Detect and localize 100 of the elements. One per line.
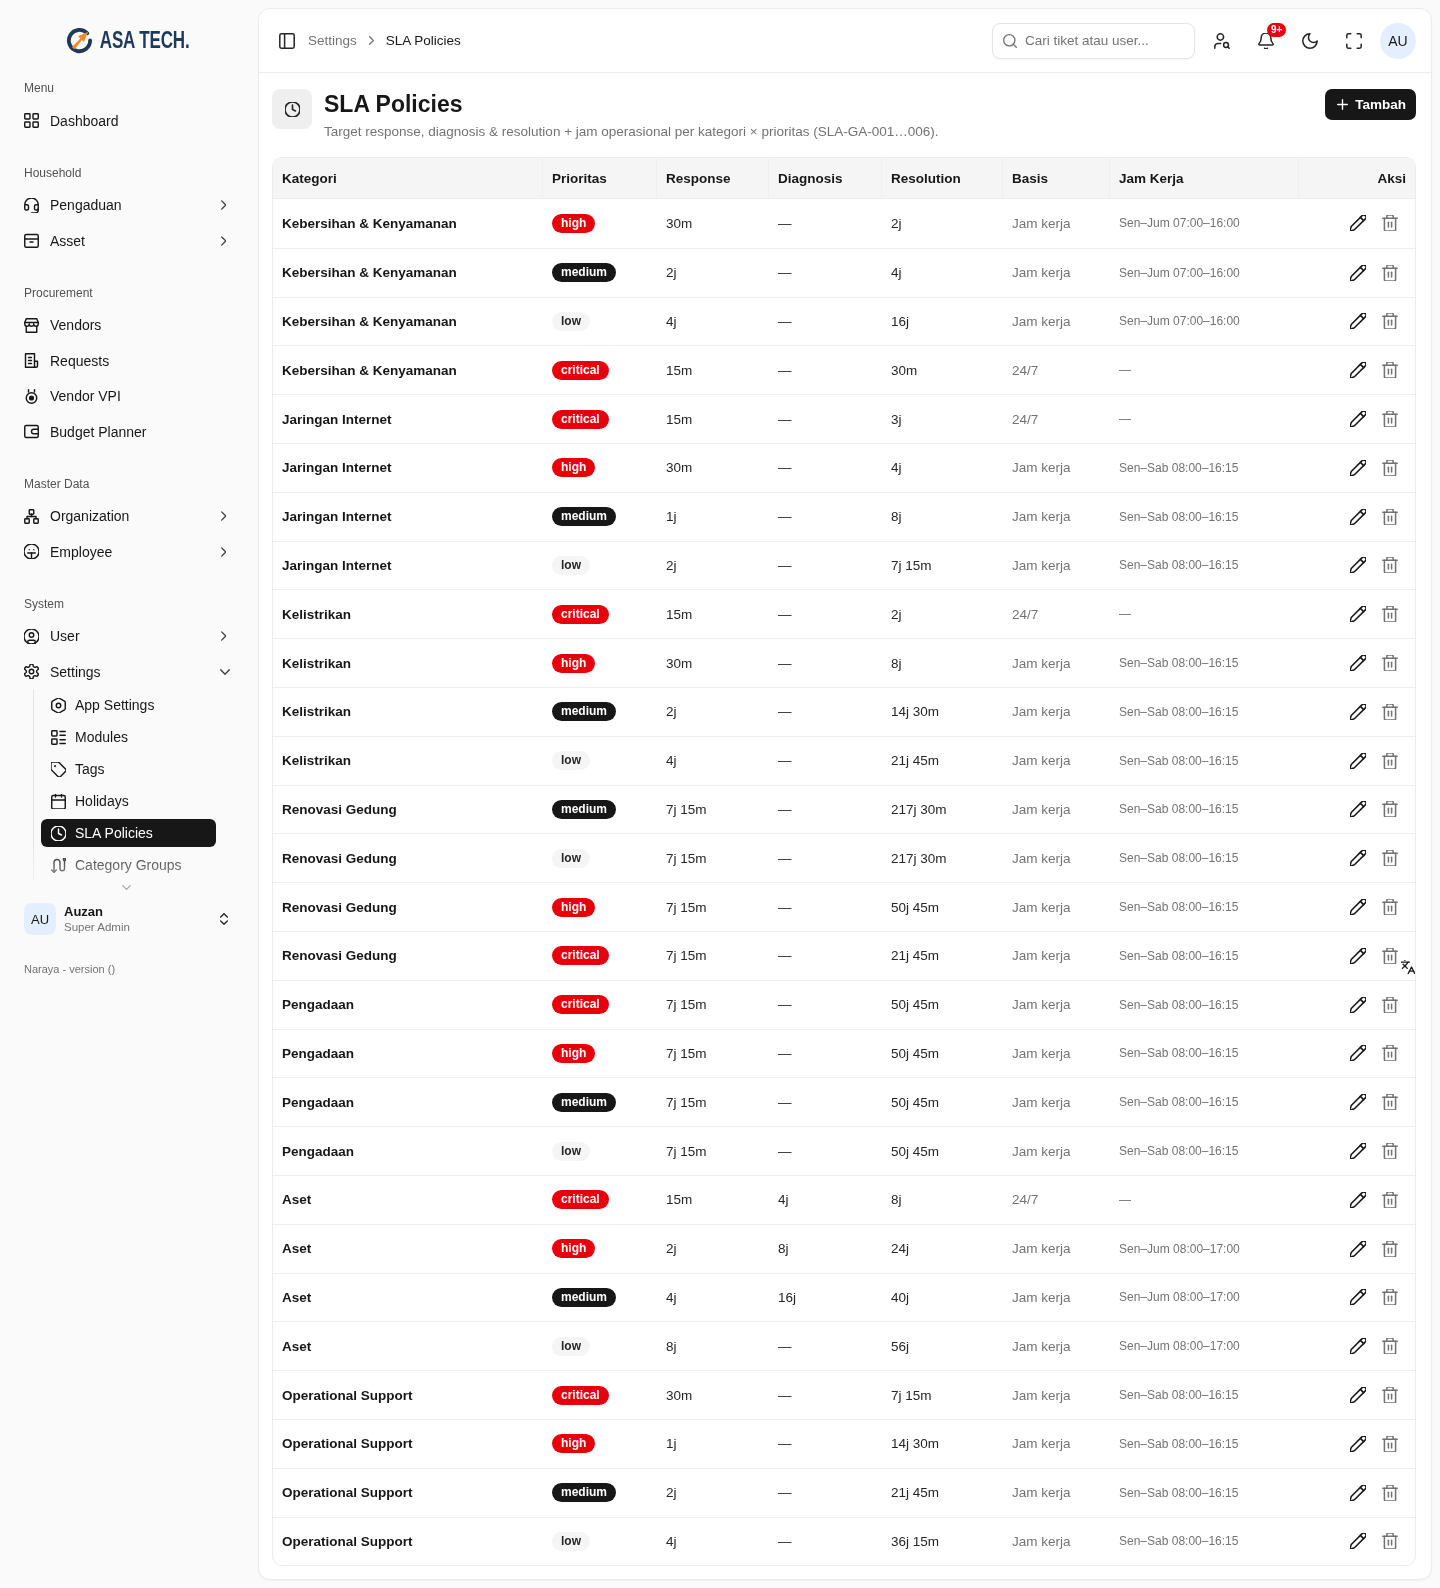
table-cell: Jam kerja <box>1012 704 1071 720</box>
table-cell: Jam kerja <box>1012 1143 1071 1159</box>
trash-icon[interactable] <box>1382 313 1398 330</box>
trash-icon[interactable] <box>1382 1387 1398 1403</box>
priority-badge: critical <box>552 995 609 1015</box>
panel-icon[interactable] <box>279 32 295 49</box>
sidebar-item[interactable]: Vendor VPI <box>24 380 232 412</box>
sidebar-item[interactable]: Asset <box>24 224 232 257</box>
breadcrumb-link[interactable]: Settings <box>308 33 357 48</box>
trash-icon[interactable] <box>1382 1533 1398 1550</box>
trash-icon[interactable] <box>1382 1435 1398 1452</box>
sidebar-item[interactable]: Organization <box>24 500 232 532</box>
sidebar-item[interactable]: Budget Planner <box>24 415 232 448</box>
pencil-icon[interactable] <box>1350 703 1366 720</box>
table-cell: — <box>778 265 792 281</box>
table-cell: Sen–Sab 08:00–16:15 <box>1119 851 1239 866</box>
user-avatar[interactable]: AU <box>1380 22 1416 59</box>
pencil-icon[interactable] <box>1350 1533 1366 1550</box>
sidebar-item[interactable]: Settings <box>24 655 232 688</box>
translate-icon <box>1401 960 1415 974</box>
sidebar-item[interactable]: Employee <box>24 535 232 568</box>
trash-icon[interactable] <box>1382 362 1398 379</box>
chevron-up-down-icon[interactable] <box>220 913 228 926</box>
pencil-icon[interactable] <box>1350 411 1366 428</box>
table-cell: — <box>778 606 792 622</box>
trash-icon[interactable] <box>1382 459 1398 476</box>
pencil-icon[interactable] <box>1350 606 1366 623</box>
trash-icon[interactable] <box>1382 703 1398 720</box>
pencil-icon[interactable] <box>1350 1289 1366 1306</box>
table-cell: 56j <box>891 1338 909 1354</box>
sidebar-item[interactable]: Dashboard <box>24 104 232 137</box>
pencil-icon[interactable] <box>1350 1338 1366 1355</box>
smiley-icon <box>24 544 39 559</box>
trash-icon[interactable] <box>1382 850 1398 867</box>
search-field[interactable]: Cari tiket atau user... <box>992 22 1195 59</box>
pencil-icon[interactable] <box>1350 1191 1366 1208</box>
sidebar-subitem[interactable]: App Settings <box>41 691 216 720</box>
table-cell: — <box>778 557 792 573</box>
trash-icon[interactable] <box>1382 1289 1398 1306</box>
trash-icon[interactable] <box>1382 1484 1398 1501</box>
trash-icon[interactable] <box>1382 264 1398 281</box>
moon-icon[interactable] <box>1302 32 1318 49</box>
trash-icon[interactable] <box>1382 557 1398 574</box>
trash-icon[interactable] <box>1382 947 1398 964</box>
column-header: Basis <box>1012 170 1049 186</box>
trash-icon[interactable] <box>1382 606 1398 623</box>
trash-icon[interactable] <box>1382 508 1398 525</box>
pencil-icon[interactable] <box>1350 1435 1366 1452</box>
pencil-icon[interactable] <box>1350 557 1366 574</box>
trash-icon[interactable] <box>1382 655 1398 672</box>
trash-icon[interactable] <box>1382 1240 1398 1257</box>
pencil-icon[interactable] <box>1350 655 1366 672</box>
pencil-icon[interactable] <box>1350 264 1366 281</box>
fullscreen-icon[interactable] <box>1346 32 1362 49</box>
sidebar-subitem[interactable]: SLA Policies <box>41 819 216 848</box>
sidebar-subitem[interactable]: Category Groups <box>41 851 216 880</box>
pencil-icon[interactable] <box>1350 215 1366 232</box>
trash-icon[interactable] <box>1382 1143 1398 1160</box>
trash-icon[interactable] <box>1382 1094 1398 1111</box>
pencil-icon[interactable] <box>1350 1240 1366 1257</box>
pencil-icon[interactable] <box>1350 1143 1366 1160</box>
trash-icon[interactable] <box>1382 996 1398 1013</box>
table-cell: — <box>778 753 792 769</box>
table-cell: 16j <box>891 314 909 329</box>
sidebar-item[interactable]: User <box>24 620 232 652</box>
breadcrumb-link[interactable]: SLA Policies <box>385 33 461 48</box>
sidebar-item[interactable]: Requests <box>24 344 232 377</box>
pencil-icon[interactable] <box>1350 508 1366 525</box>
trash-icon[interactable] <box>1382 1045 1398 1062</box>
sidebar-subitem[interactable]: Holidays <box>41 787 216 816</box>
trash-icon[interactable] <box>1382 215 1398 232</box>
trash-icon[interactable] <box>1382 1191 1398 1208</box>
sidebar-subitem[interactable]: Tags <box>41 755 216 784</box>
pencil-icon[interactable] <box>1350 1387 1366 1403</box>
table-cell: Sen–Jum 08:00–17:00 <box>1119 1339 1240 1354</box>
pencil-icon[interactable] <box>1350 850 1366 867</box>
pencil-icon[interactable] <box>1350 752 1366 769</box>
pencil-icon[interactable] <box>1350 313 1366 330</box>
trash-icon[interactable] <box>1382 899 1398 916</box>
sidebar-subitem[interactable]: Modules <box>41 723 216 752</box>
pencil-icon[interactable] <box>1350 362 1366 379</box>
trash-icon[interactable] <box>1382 1338 1398 1355</box>
pencil-icon[interactable] <box>1350 899 1366 916</box>
pencil-icon[interactable] <box>1350 996 1366 1013</box>
trash-icon[interactable] <box>1382 801 1398 818</box>
user-search-icon[interactable] <box>1214 32 1230 49</box>
pencil-icon[interactable] <box>1350 459 1366 476</box>
sidebar-item[interactable]: Vendors <box>24 309 232 341</box>
add-button[interactable]: Tambah <box>1325 89 1416 120</box>
sidebar-item[interactable]: Pengaduan <box>24 189 232 221</box>
table-cell: Operational Support <box>282 1533 413 1549</box>
pencil-icon[interactable] <box>1350 1094 1366 1111</box>
trash-icon[interactable] <box>1382 752 1398 769</box>
pencil-icon[interactable] <box>1350 801 1366 818</box>
pencil-icon[interactable] <box>1350 947 1366 964</box>
pencil-icon[interactable] <box>1350 1484 1366 1501</box>
table-cell: 8j <box>666 1338 677 1354</box>
trash-icon[interactable] <box>1382 411 1398 428</box>
bell-icon[interactable] <box>1258 32 1274 49</box>
pencil-icon[interactable] <box>1350 1045 1366 1062</box>
